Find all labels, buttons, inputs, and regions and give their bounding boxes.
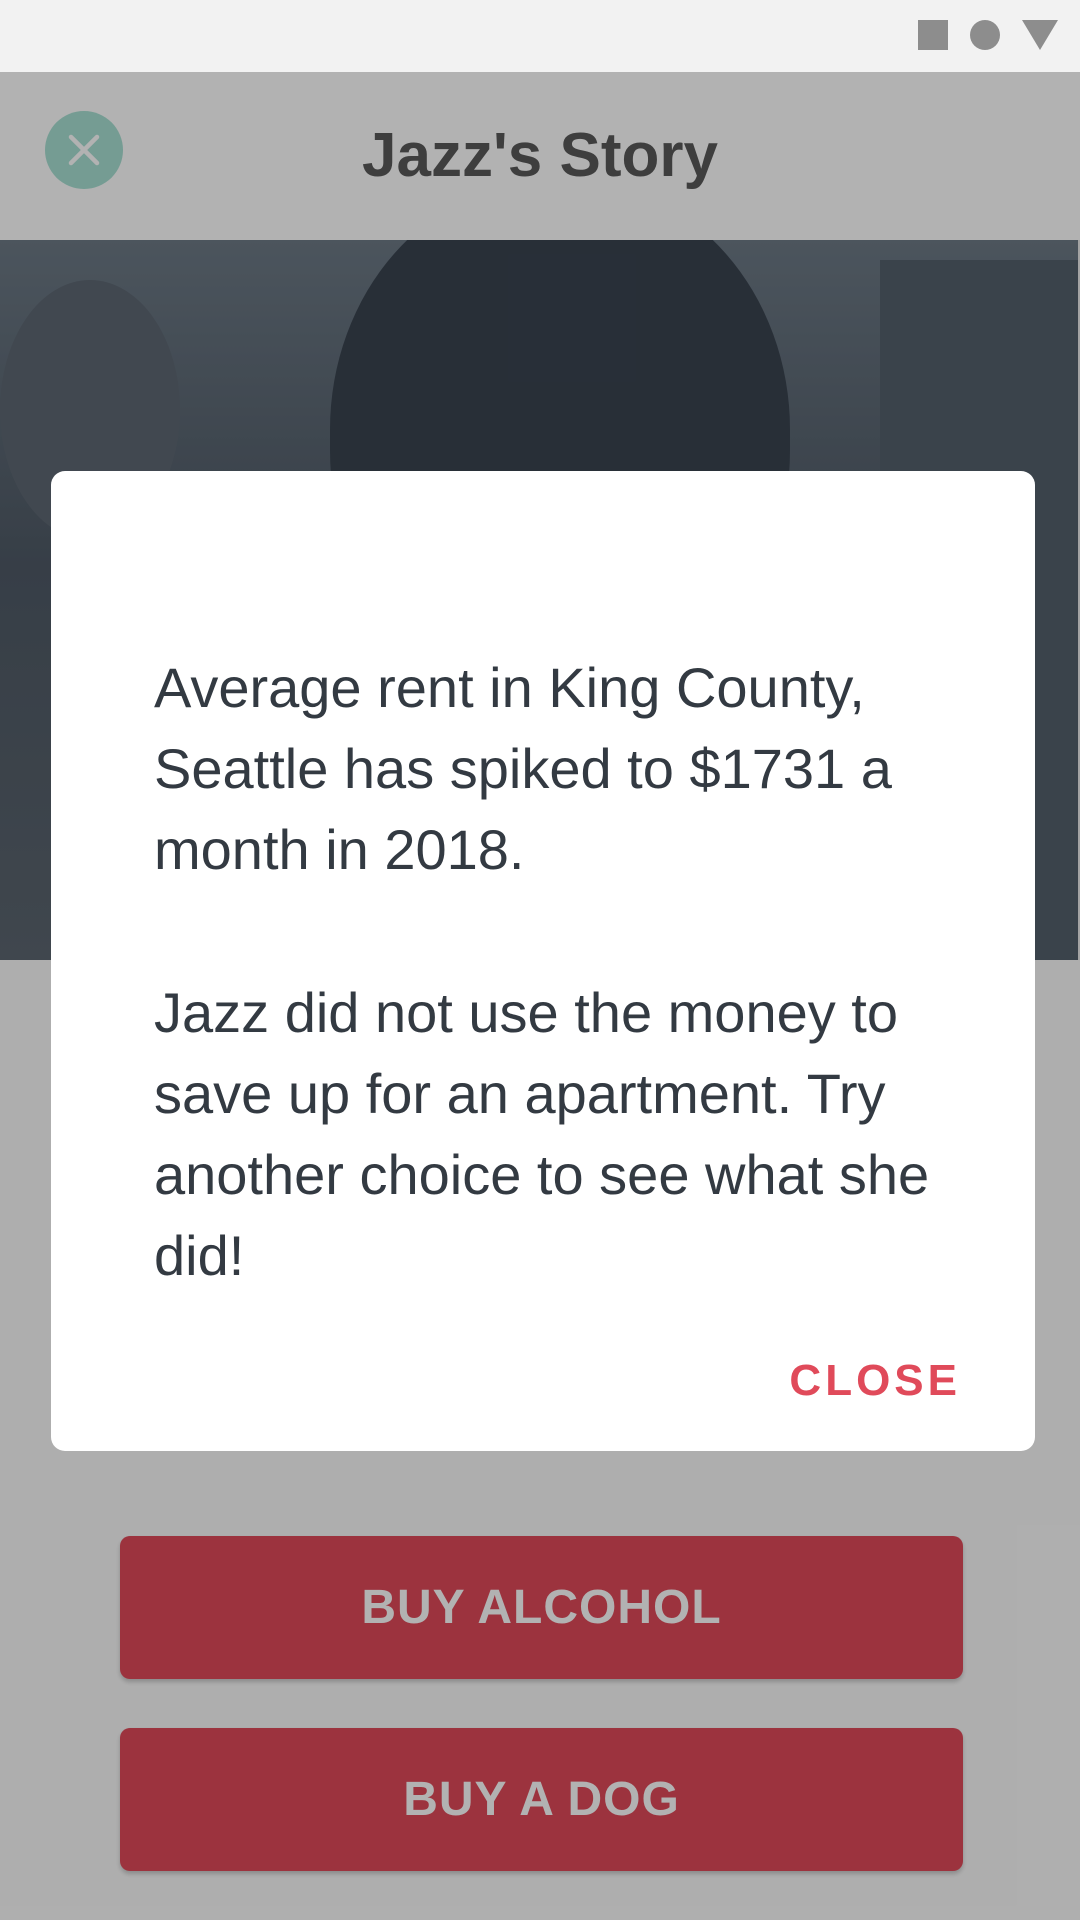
square-icon	[918, 20, 948, 50]
screen: Jazz's Story BUY ALCOHOL BUY A DOG Avera…	[0, 0, 1080, 1920]
dialog-paragraph: Jazz did not use the money to save up fo…	[154, 981, 930, 1287]
circle-icon	[970, 20, 1000, 50]
dialog-close-button[interactable]: CLOSE	[789, 1356, 961, 1406]
triangle-icon	[1022, 20, 1058, 50]
dialog-paragraph: Average rent in King County, Seattle has…	[154, 656, 892, 881]
status-bar	[0, 0, 1080, 72]
info-dialog: Average rent in King County, Seattle has…	[51, 471, 1035, 1451]
status-icons	[918, 20, 1058, 50]
